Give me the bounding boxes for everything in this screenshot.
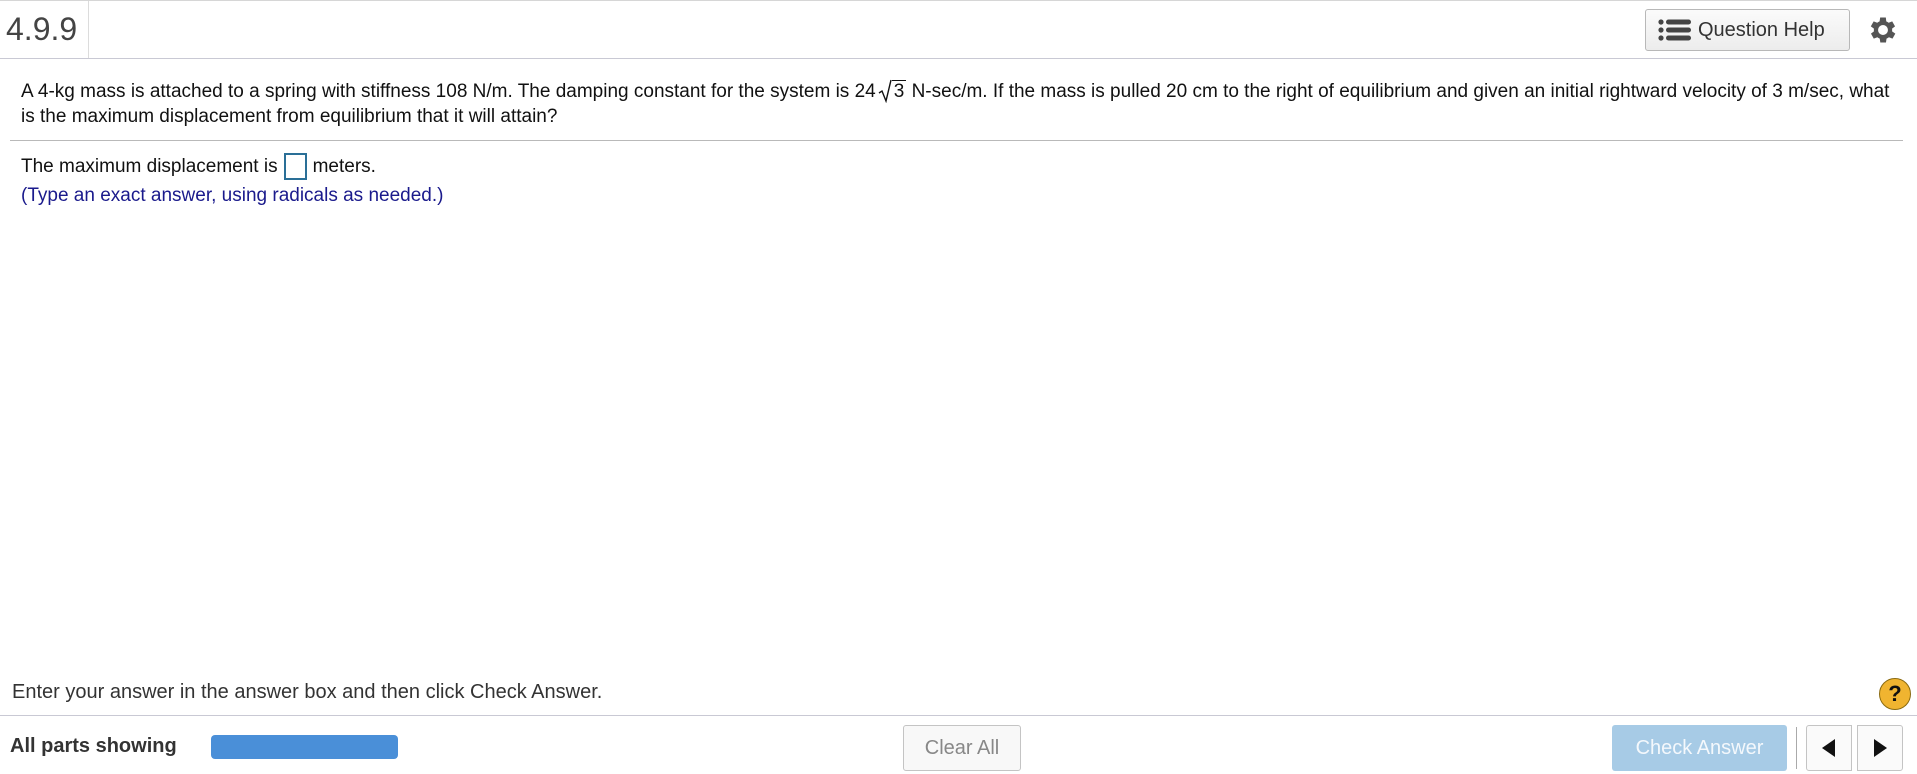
answer-input-box[interactable] [283,153,307,180]
header-bar: 4.9.9 Question Help [0,1,1917,59]
answer-suffix: meters. [312,155,376,177]
question-divider [10,140,1903,141]
answer-line: The maximum displacement is meters. [21,153,376,180]
question-text-part1: A 4-kg mass is attached to a spring with… [21,81,876,102]
answer-hint: (Type an exact answer, using radicals as… [21,185,444,206]
parts-showing-label: All parts showing [10,735,177,757]
footer-divider [0,715,1917,716]
answer-prefix: The maximum displacement is [21,155,278,177]
question-help-label: Question Help [1698,18,1825,41]
question-number: 4.9.9 [0,1,89,58]
triangle-left-icon [1822,739,1835,757]
next-question-button[interactable] [1857,725,1903,771]
radicand: 3 [891,80,907,102]
gear-icon[interactable] [1866,13,1900,47]
question-help-button[interactable]: Question Help [1645,9,1850,51]
question-text: A 4-kg mass is attached to a spring with… [21,79,1901,129]
help-question-icon[interactable]: ? [1879,678,1911,710]
previous-question-button[interactable] [1806,725,1852,771]
sqrt-expression: 3 [878,79,907,104]
check-answer-button[interactable]: Check Answer [1612,725,1787,771]
page: 4.9.9 Question Help A 4-kg mass is attac… [0,0,1917,774]
list-icon [1658,19,1691,41]
instruction-text: Enter your answer in the answer box and … [12,681,603,703]
progress-bar [211,735,398,759]
nav-separator [1796,727,1797,769]
triangle-right-icon [1874,739,1887,757]
radical-sign-icon [878,79,892,103]
clear-all-button[interactable]: Clear All [903,725,1021,771]
